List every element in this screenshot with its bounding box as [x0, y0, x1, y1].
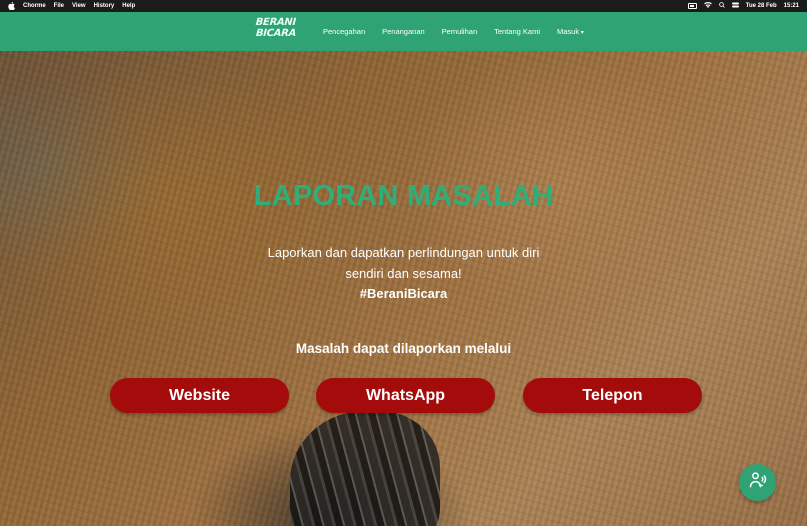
page-title: LAPORAN MASALAH	[253, 180, 554, 212]
whatsapp-button[interactable]: WhatsApp	[316, 378, 495, 413]
support-chat-button[interactable]	[739, 464, 776, 501]
nav-links: Pencegahan Penanganan Pemulihan Tentang …	[323, 12, 584, 51]
os-menus: Chorme File View History Help	[23, 3, 135, 9]
menu-history[interactable]: History	[94, 3, 115, 9]
hero-subtitle-line2: sendiri dan sesama!	[345, 266, 462, 281]
nav-link-penanganan[interactable]: Penanganan	[382, 27, 425, 36]
os-menu-bar: Chorme File View History Help Tue 28 Feb…	[0, 0, 807, 12]
hero-hashtag: #BeraniBicara	[359, 286, 448, 301]
support-agent-icon	[748, 470, 768, 495]
search-icon[interactable]	[718, 2, 725, 10]
nav-dropdown-masuk[interactable]: Masuk	[557, 27, 584, 36]
app-menu[interactable]: Chorme	[23, 3, 46, 9]
menu-view[interactable]: View	[72, 3, 86, 9]
nav-link-pemulihan[interactable]: Pemulihan	[442, 27, 477, 36]
os-status-area: Tue 28 Feb 15:21	[687, 2, 799, 10]
menu-file[interactable]: File	[54, 3, 64, 9]
os-time[interactable]: 15:21	[784, 3, 799, 9]
website-button[interactable]: Website	[110, 378, 289, 413]
wifi-icon[interactable]	[703, 2, 712, 10]
battery-icon[interactable]	[687, 3, 697, 9]
menu-help[interactable]: Help	[122, 3, 135, 9]
hero-section: LAPORAN MASALAH Laporkan dan dapatkan pe…	[0, 51, 807, 526]
telepon-button[interactable]: Telepon	[523, 378, 702, 413]
hero-subtitle-line1: Laporkan dan dapatkan perlindungan untuk…	[267, 245, 540, 260]
hero-subtitle: Laporkan dan dapatkan perlindungan untuk…	[210, 242, 597, 284]
apple-logo-icon[interactable]	[8, 2, 15, 10]
nav-link-pencegahan[interactable]: Pencegahan	[323, 27, 365, 36]
channels-prompt: Masalah dapat dilaporkan melalui	[295, 341, 512, 356]
berani-bicara-logo[interactable]: BERANI BICARA	[254, 17, 300, 47]
control-center-icon[interactable]	[731, 2, 739, 10]
nav-link-tentang-kami[interactable]: Tentang Kami	[494, 27, 540, 36]
site-navbar: BERANI BICARA Pencegahan Penanganan Pemu…	[0, 12, 807, 51]
os-date[interactable]: Tue 28 Feb	[746, 3, 777, 9]
